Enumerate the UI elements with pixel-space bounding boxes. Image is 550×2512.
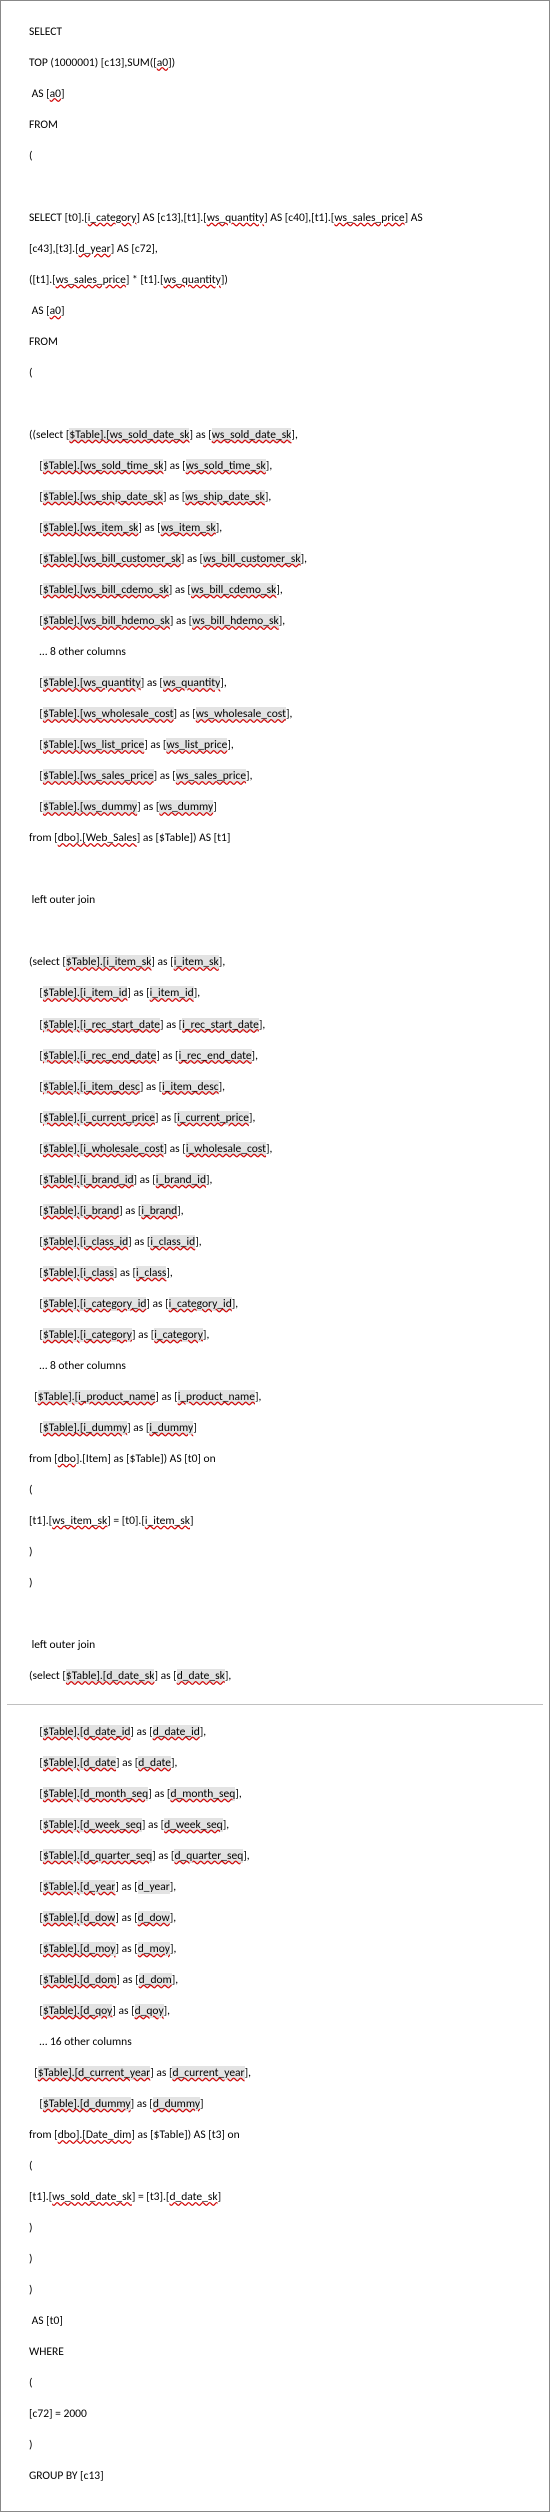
code-line: SELECT [t0].[i_category] AS [c13],[t1].[… — [29, 211, 543, 227]
code-line: ( — [29, 366, 543, 382]
code-line: [$Table].[i_current_price] as [i_current… — [29, 1111, 543, 1127]
code-line — [29, 1607, 543, 1623]
code-line: [t1].[ws_item_sk] = [t0].[i_item_sk] — [29, 1514, 543, 1530]
code-line: ((select [$Table].[ws_sold_date_sk] as [… — [29, 428, 543, 444]
code-line: ) — [29, 2438, 543, 2454]
code-line: FROM — [29, 335, 543, 351]
code-line: from [dbo].[Item] as [$Table]) AS [t0] o… — [29, 1452, 543, 1468]
code-line: [$Table].[i_dummy] as [i_dummy] — [29, 1421, 543, 1437]
code-line: [$Table].[d_dummy] as [d_dummy] — [29, 2097, 543, 2113]
code-line: AS [t0] — [29, 2314, 543, 2330]
code-line — [29, 397, 543, 413]
code-line: [$Table].[ws_item_sk] as [ws_item_sk], — [29, 521, 543, 537]
sql-code-block-2: [$Table].[d_date_id] as [d_date_id], [$T… — [7, 1709, 543, 2500]
code-line: [$Table].[d_date] as [d_date], — [29, 1756, 543, 1772]
code-line: [$Table].[i_category] as [i_category], — [29, 1328, 543, 1344]
code-line: [$Table].[ws_ship_date_sk] as [ws_ship_d… — [29, 490, 543, 506]
code-line: [$Table].[i_item_desc] as [i_item_desc], — [29, 1080, 543, 1096]
code-line: WHERE — [29, 2345, 543, 2361]
code-line: [$Table].[ws_dummy] as [ws_dummy] — [29, 800, 543, 816]
code-line: [$Table].[d_quarter_seq] as [d_quarter_s… — [29, 1849, 543, 1865]
document-page: SELECT TOP (1000001) [c13],SUM([a0]) AS … — [0, 0, 550, 2512]
code-line: [$Table].[i_category_id] as [i_category_… — [29, 1297, 543, 1313]
code-line: GROUP BY [c13] — [29, 2469, 543, 2485]
code-line: [$Table].[ws_wholesale_cost] as [ws_whol… — [29, 707, 543, 723]
code-line: AS [a0] — [29, 87, 543, 103]
code-line: ) — [29, 2221, 543, 2237]
code-line: [$Table].[d_year] as [d_year], — [29, 1880, 543, 1896]
code-line: … 8 other columns — [29, 645, 543, 661]
code-line: SELECT — [29, 25, 543, 41]
code-line: ) — [29, 2252, 543, 2268]
code-line: [$Table].[i_wholesale_cost] as [i_wholes… — [29, 1142, 543, 1158]
code-line: [$Table].[d_current_year] as [d_current_… — [29, 2066, 543, 2082]
code-line — [29, 862, 543, 878]
code-line: AS [a0] — [29, 304, 543, 320]
code-line: ( — [29, 2376, 543, 2392]
code-line: ) — [29, 2283, 543, 2299]
code-line: [$Table].[i_rec_end_date] as [i_rec_end_… — [29, 1049, 543, 1065]
code-line: ([t1].[ws_sales_price] * [t1].[ws_quanti… — [29, 273, 543, 289]
code-line: [t1].[ws_sold_date_sk] = [t3].[d_date_sk… — [29, 2190, 543, 2206]
code-line: [$Table].[d_dom] as [d_dom], — [29, 1973, 543, 1989]
code-line: [$Table].[d_week_seq] as [d_week_seq], — [29, 1818, 543, 1834]
page-separator — [7, 1704, 543, 1705]
code-line: ( — [29, 1483, 543, 1499]
code-line: [$Table].[d_moy] as [d_moy], — [29, 1942, 543, 1958]
code-line: [$Table].[ws_bill_customer_sk] as [ws_bi… — [29, 552, 543, 568]
code-line: [$Table].[ws_sold_time_sk] as [ws_sold_t… — [29, 459, 543, 475]
code-line: [$Table].[ws_bill_cdemo_sk] as [ws_bill_… — [29, 583, 543, 599]
sql-code-block: SELECT TOP (1000001) [c13],SUM([a0]) AS … — [7, 9, 543, 1700]
code-line: [$Table].[d_qoy] as [d_qoy], — [29, 2004, 543, 2020]
code-line: [$Table].[ws_list_price] as [ws_list_pri… — [29, 738, 543, 754]
code-line: TOP (1000001) [c13],SUM([a0]) — [29, 56, 543, 72]
code-line: [$Table].[ws_bill_hdemo_sk] as [ws_bill_… — [29, 614, 543, 630]
code-line — [29, 180, 543, 196]
code-line: [$Table].[i_brand] as [i_brand], — [29, 1204, 543, 1220]
code-line: [$Table].[i_rec_start_date] as [i_rec_st… — [29, 1018, 543, 1034]
code-line: (select [$Table].[d_date_sk] as [d_date_… — [29, 1669, 543, 1685]
code-line: [$Table].[ws_sales_price] as [ws_sales_p… — [29, 769, 543, 785]
code-line: [$Table].[i_class] as [i_class], — [29, 1266, 543, 1282]
code-line: [$Table].[d_date_id] as [d_date_id], — [29, 1725, 543, 1741]
code-line: [$Table].[i_brand_id] as [i_brand_id], — [29, 1173, 543, 1189]
code-line: [$Table].[ws_quantity] as [ws_quantity], — [29, 676, 543, 692]
code-line: ( — [29, 2159, 543, 2175]
code-line: [$Table].[d_dow] as [d_dow], — [29, 1911, 543, 1927]
code-line: ( — [29, 149, 543, 165]
code-line: from [dbo].[Date_dim] as [$Table]) AS [t… — [29, 2128, 543, 2144]
code-line: from [dbo].[Web_Sales] as [$Table]) AS [… — [29, 831, 543, 847]
code-line: left outer join — [29, 893, 543, 909]
code-line: [$Table].[d_month_seq] as [d_month_seq], — [29, 1787, 543, 1803]
code-line: [$Table].[i_product_name] as [i_product_… — [29, 1390, 543, 1406]
code-line: … 16 other columns — [29, 2035, 543, 2051]
code-line — [29, 924, 543, 940]
code-line: ) — [29, 1545, 543, 1561]
code-line: [$Table].[i_item_id] as [i_item_id], — [29, 986, 543, 1002]
code-line: [c72] = 2000 — [29, 2407, 543, 2423]
code-line: FROM — [29, 118, 543, 134]
code-line: … 8 other columns — [29, 1359, 543, 1375]
code-line: left outer join — [29, 1638, 543, 1654]
code-line: [$Table].[i_class_id] as [i_class_id], — [29, 1235, 543, 1251]
code-line: (select [$Table].[i_item_sk] as [i_item_… — [29, 955, 543, 971]
code-line: [c43],[t3].[d_year] AS [c72], — [29, 242, 543, 258]
code-line: ) — [29, 1576, 543, 1592]
